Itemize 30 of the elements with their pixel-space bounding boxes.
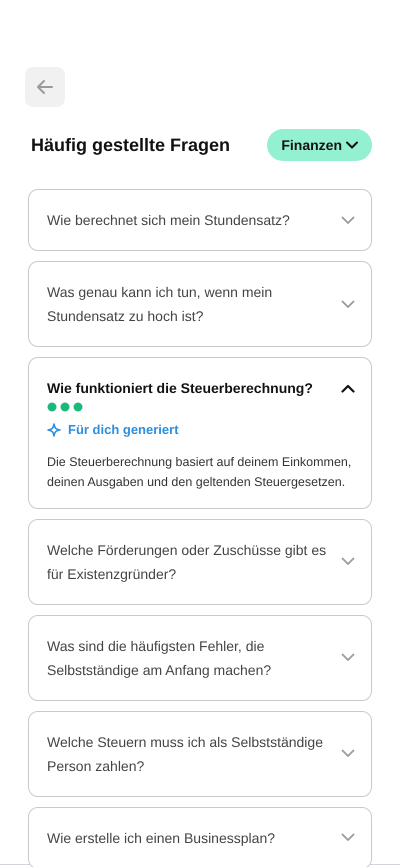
faq-question: Wie berechnet sich mein Stundensatz? [47, 211, 290, 230]
faq-question: Welche Förderungen oder Zuschüsse gibt es für Existenzgründer? [47, 540, 328, 584]
faq-card[interactable]: Wie berechnet sich mein Stundensatz? [28, 189, 372, 251]
chevron-down-icon[interactable] [341, 557, 355, 566]
page-title: Häufig gestellte Fragen [31, 134, 230, 157]
faq-card[interactable]: Welche Förderungen oder Zuschüsse gibt es für Existenzgründer? [28, 518, 372, 604]
faq-card[interactable]: Was sind die häufigsten Fehler, die Selbstständige am Anfang machen? [28, 614, 372, 700]
category-dropdown[interactable]: Finanzen [267, 129, 372, 161]
chevron-down-icon[interactable] [341, 300, 355, 308]
faq-question: Wie funktioniert die Steuerberechnung? [47, 379, 313, 398]
generated-label: Für dich generiert [68, 421, 179, 439]
chevron-down-icon[interactable] [341, 749, 355, 758]
chevron-up-icon[interactable] [341, 384, 355, 392]
faq-question: Welche Steuern muss ich als Selbstständige Person zahlen? [47, 732, 324, 776]
faq-question: Wie erstelle ich einen Businessplan? [47, 828, 276, 848]
faq-card[interactable]: Was genau kann ich tun, wenn mein Stundensatz zu hoch ist? [28, 261, 372, 347]
sparkle-icon [47, 422, 61, 437]
faq-answer: Die Steuerberechnung basiert auf deinem Einkommen, deinen Ausgaben und den geltenden Steuergesetzen. [47, 454, 352, 491]
chevron-down-icon[interactable] [341, 216, 355, 224]
faq-question: Was sind die häufigsten Fehler, die Selbstständige am Anfang machen? [47, 636, 272, 680]
typing-dots-icon [47, 402, 84, 412]
chevron-down-icon[interactable] [341, 833, 355, 842]
faq-card[interactable]: Wie erstelle ich einen Businessplan? [28, 806, 372, 867]
chevron-down-icon[interactable] [341, 653, 355, 662]
faq-card[interactable]: Wie funktioniert die Steuerberechnung? Für dich generiert Die Steuerberechnung basiert auf deinem Einkommen, deinen Ausgaben und den geltenden Steuergesetzen. [28, 357, 372, 508]
back-button[interactable] [25, 67, 65, 107]
faq-question: Was genau kann ich tun, wenn mein Stundensatz zu hoch ist? [47, 283, 274, 326]
back-icon [36, 79, 54, 95]
faq-card[interactable]: Welche Steuern muss ich als Selbstständige Person zahlen? [28, 710, 372, 796]
chevron-down-icon [346, 141, 358, 149]
